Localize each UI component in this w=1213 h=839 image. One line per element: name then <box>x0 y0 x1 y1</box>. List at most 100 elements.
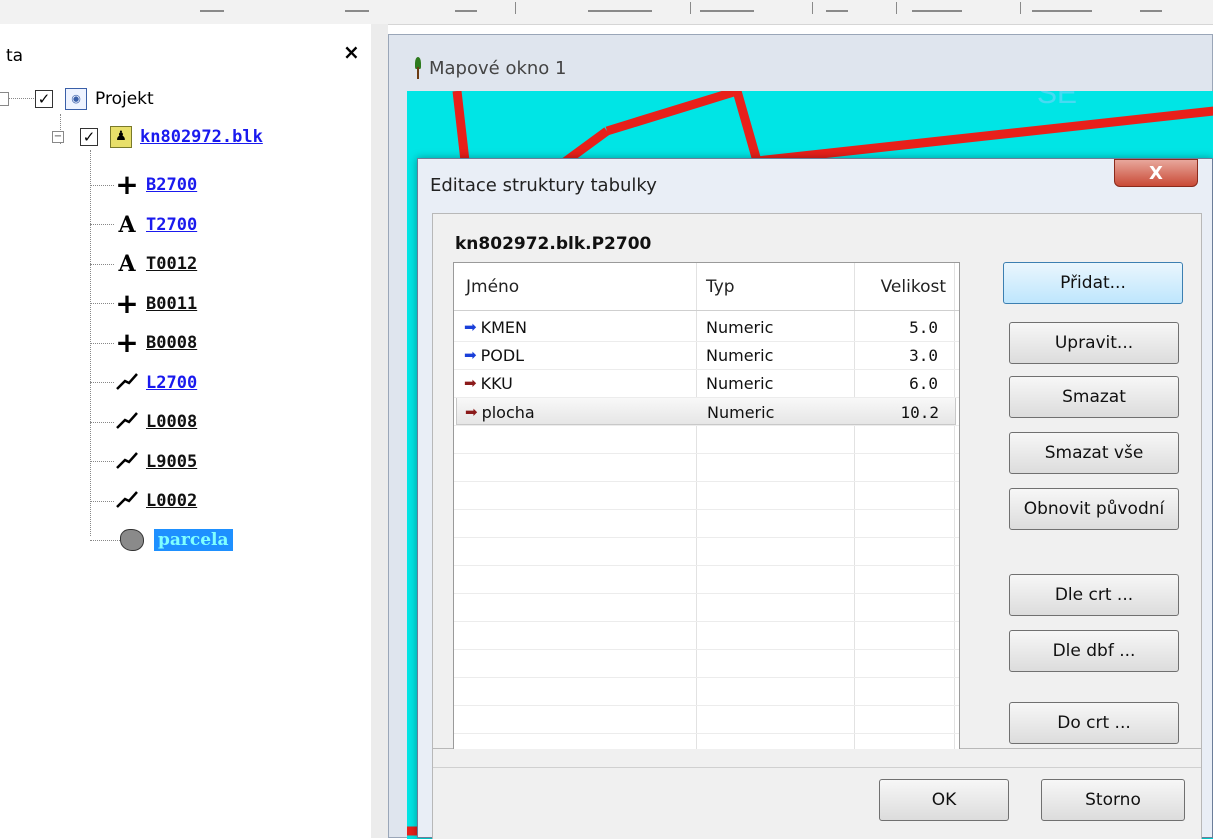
tree-item-layer[interactable]: L2700 <box>90 370 197 396</box>
add-button[interactable]: Přidat... <box>1003 262 1183 304</box>
collapse-icon[interactable] <box>0 92 9 106</box>
cell-size: 5.0 <box>909 317 938 337</box>
tree-item-layer[interactable]: A T0012 <box>90 251 197 277</box>
dialog-footer: OK Storno <box>432 749 1202 839</box>
toolbar-button[interactable] <box>700 0 754 12</box>
tree-item-label: parcela <box>154 529 233 551</box>
grid-line <box>454 397 959 398</box>
ok-button[interactable]: OK <box>879 779 1009 821</box>
dialog-title: Editace struktury tabulky <box>430 175 657 196</box>
toolbar-button[interactable] <box>1032 0 1092 12</box>
tree-item-label[interactable]: B2700 <box>146 175 197 195</box>
map-line <box>605 91 739 136</box>
tree-item-layer[interactable]: + B0008 <box>90 329 197 357</box>
cell-name: ➡ KKU <box>464 369 694 397</box>
toolbar-button[interactable] <box>1140 0 1162 12</box>
arrow-right-icon: ➡ <box>464 346 477 364</box>
cancel-button[interactable]: Storno <box>1041 779 1185 821</box>
field-name: plocha <box>481 402 535 422</box>
plus-icon: + <box>115 168 139 201</box>
collapse-icon[interactable]: − <box>52 131 64 143</box>
tree-item-label[interactable]: L2700 <box>146 373 197 393</box>
tree-connector <box>90 500 114 502</box>
tree-item-layer[interactable]: A T2700 <box>90 212 197 238</box>
tree-item-layer[interactable]: L9005 <box>90 449 197 475</box>
restore-original-button[interactable]: Obnovit původní <box>1009 488 1179 530</box>
cell-type: Numeric <box>706 373 774 393</box>
polygon-icon <box>120 529 144 551</box>
map-icon <box>413 57 423 79</box>
table-row[interactable]: ➡ KKU Numeric 6.0 <box>456 369 956 397</box>
toolbar-button[interactable] <box>345 0 369 12</box>
edit-button[interactable]: Upravit... <box>1009 322 1179 364</box>
tree-item-layer[interactable]: + B2700 <box>90 168 197 201</box>
grid-line <box>454 649 959 650</box>
panel-divider[interactable] <box>371 24 388 838</box>
column-header-type[interactable]: Typ <box>706 263 846 311</box>
line-icon <box>114 450 140 474</box>
by-crt-button[interactable]: Dle crt ... <box>1009 574 1179 616</box>
tree-item-label[interactable]: L9005 <box>146 452 197 472</box>
toolbar-button[interactable] <box>588 0 652 12</box>
toolbar-separator <box>812 2 813 14</box>
toolbar-separator <box>896 2 897 14</box>
toolbar-button[interactable] <box>200 0 224 12</box>
grid-line <box>454 677 959 678</box>
layer-panel: ta × ✓ ◉ Projekt − ✓ ♟ kn802972.blk + B27… <box>0 24 372 838</box>
tree-item-label[interactable]: T0012 <box>146 254 197 274</box>
by-dbf-button[interactable]: Dle dbf ... <box>1009 630 1179 672</box>
close-button[interactable]: X <box>1114 159 1198 187</box>
toolbar-button[interactable] <box>912 0 962 12</box>
tree-item-project[interactable]: ✓ ◉ Projekt <box>0 86 154 112</box>
tree-item-label[interactable]: T2700 <box>146 215 197 235</box>
tree-item-layer[interactable]: + B0011 <box>90 289 197 317</box>
grid-line <box>454 705 959 706</box>
toolbar-separator <box>515 2 516 14</box>
tree-item-label[interactable]: L0008 <box>146 412 197 432</box>
table-name: kn802972.blk.P2700 <box>455 234 652 254</box>
tree-connector <box>90 184 114 186</box>
tree-connector <box>90 461 114 462</box>
to-crt-button[interactable]: Do crt ... <box>1009 702 1179 744</box>
tree-connector <box>90 342 114 344</box>
cell-name: ➡ KMEN <box>464 313 694 341</box>
field-name: KMEN <box>480 317 527 337</box>
tree-item-layer[interactable]: L0002 <box>90 488 197 514</box>
delete-button[interactable]: Smazat <box>1009 376 1179 418</box>
cell-size: 6.0 <box>909 373 938 393</box>
tree-item-label[interactable]: B0011 <box>146 294 197 314</box>
grid-line <box>454 733 959 734</box>
cell-type: Numeric <box>706 345 774 365</box>
close-icon[interactable]: × <box>343 40 360 64</box>
tree-item-label: Projekt <box>95 89 154 109</box>
arrow-right-icon: ➡ <box>464 374 477 392</box>
table-row[interactable]: ➡ PODL Numeric 3.0 <box>456 341 956 369</box>
text-icon: A <box>118 211 136 238</box>
cell-type: Numeric <box>706 317 774 337</box>
tree-item-layer[interactable]: L0008 <box>90 409 197 435</box>
column-header-size[interactable]: Velikost <box>854 263 946 311</box>
tree-item-label[interactable]: B0008 <box>146 333 197 353</box>
checkbox-file[interactable]: ✓ <box>80 128 98 146</box>
table-row[interactable]: ➡ plocha Numeric 10.2 <box>456 397 956 425</box>
cell-size: 3.0 <box>909 345 938 365</box>
table-row[interactable]: ➡ KMEN Numeric 5.0 <box>456 313 956 341</box>
tree-item-parcela[interactable]: parcela <box>90 527 233 553</box>
fields-table[interactable]: Jméno Typ Velikost ➡ KMEN Numeric 5.0 ➡ PODL N… <box>453 262 960 752</box>
grid-line <box>454 621 959 622</box>
tree-item-label[interactable]: kn802972.blk <box>140 127 263 147</box>
delete-all-button[interactable]: Smazat vše <box>1009 432 1179 474</box>
tree-connector <box>90 224 114 225</box>
column-header-name[interactable]: Jméno <box>466 263 686 311</box>
grid-line <box>454 481 959 482</box>
tree-item-label[interactable]: L0002 <box>146 491 197 511</box>
grid-line <box>454 509 959 510</box>
tree-item-file[interactable]: − ✓ ♟ kn802972.blk <box>52 124 263 150</box>
checkbox-project[interactable]: ✓ <box>35 90 53 108</box>
toolbar-button[interactable] <box>455 0 477 12</box>
toolbar-button[interactable] <box>826 0 848 12</box>
line-icon <box>114 410 140 434</box>
toolbar-separator <box>1020 2 1021 14</box>
field-name: KKU <box>480 373 513 393</box>
arrow-right-icon: ➡ <box>464 318 477 336</box>
